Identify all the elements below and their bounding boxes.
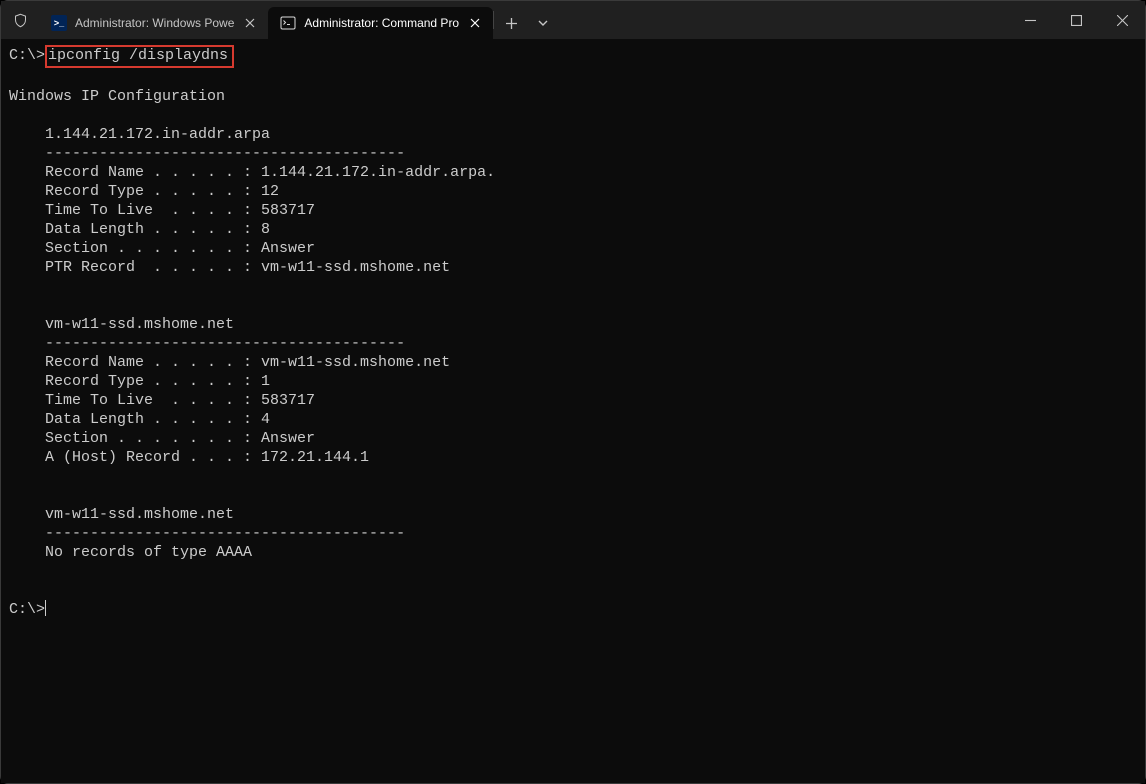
prompt: C:\> [9,601,45,618]
tab-dropdown-button[interactable] [528,7,558,39]
tabs-container: >_ Administrator: Windows Powe Administr… [39,1,1007,39]
tab-label: Administrator: Windows Powe [75,16,234,30]
output-line: Record Name . . . . . : vm-w11-ssd.mshom… [9,354,450,371]
entry-title: vm-w11-ssd.mshome.net [9,506,234,523]
output-line: Record Type . . . . . : 12 [9,183,279,200]
minimize-button[interactable] [1007,1,1053,39]
admin-shield-icon [1,1,39,39]
tab-cmd[interactable]: Administrator: Command Pro [268,7,493,39]
output-line: Section . . . . . . . : Answer [9,430,315,447]
title-bar: >_ Administrator: Windows Powe Administr… [1,1,1145,39]
output-line: Section . . . . . . . : Answer [9,240,315,257]
output-line: Time To Live . . . . : 583717 [9,392,315,409]
command-highlight: ipconfig /displaydns [45,45,234,68]
entry-title: 1.144.21.172.in-addr.arpa [9,126,270,143]
tab-close-button[interactable] [467,15,483,31]
cmd-icon [280,15,296,31]
cursor [45,600,46,616]
output-line: PTR Record . . . . . : vm-w11-ssd.mshome… [9,259,450,276]
entry-title: vm-w11-ssd.mshome.net [9,316,234,333]
window-controls [1007,1,1145,39]
output-header: Windows IP Configuration [9,88,225,105]
output-line: Record Name . . . . . : 1.144.21.172.in-… [9,164,495,181]
tab-label: Administrator: Command Pro [304,16,459,30]
output-line: Time To Live . . . . : 583717 [9,202,315,219]
divider: ---------------------------------------- [9,145,405,162]
output-line: Data Length . . . . . : 4 [9,411,270,428]
output-line: Data Length . . . . . : 8 [9,221,270,238]
maximize-button[interactable] [1053,1,1099,39]
output-line: A (Host) Record . . . : 172.21.144.1 [9,449,369,466]
prompt: C:\> [9,47,45,64]
terminal-output[interactable]: C:\>ipconfig /displaydns Windows IP Conf… [1,39,1145,783]
tab-close-button[interactable] [242,15,258,31]
output-line: No records of type AAAA [9,544,252,561]
divider: ---------------------------------------- [9,335,405,352]
divider: ---------------------------------------- [9,525,405,542]
powershell-icon: >_ [51,15,67,31]
tab-powershell[interactable]: >_ Administrator: Windows Powe [39,7,268,39]
output-line: Record Type . . . . . : 1 [9,373,270,390]
new-tab-button[interactable] [494,7,528,39]
close-button[interactable] [1099,1,1145,39]
